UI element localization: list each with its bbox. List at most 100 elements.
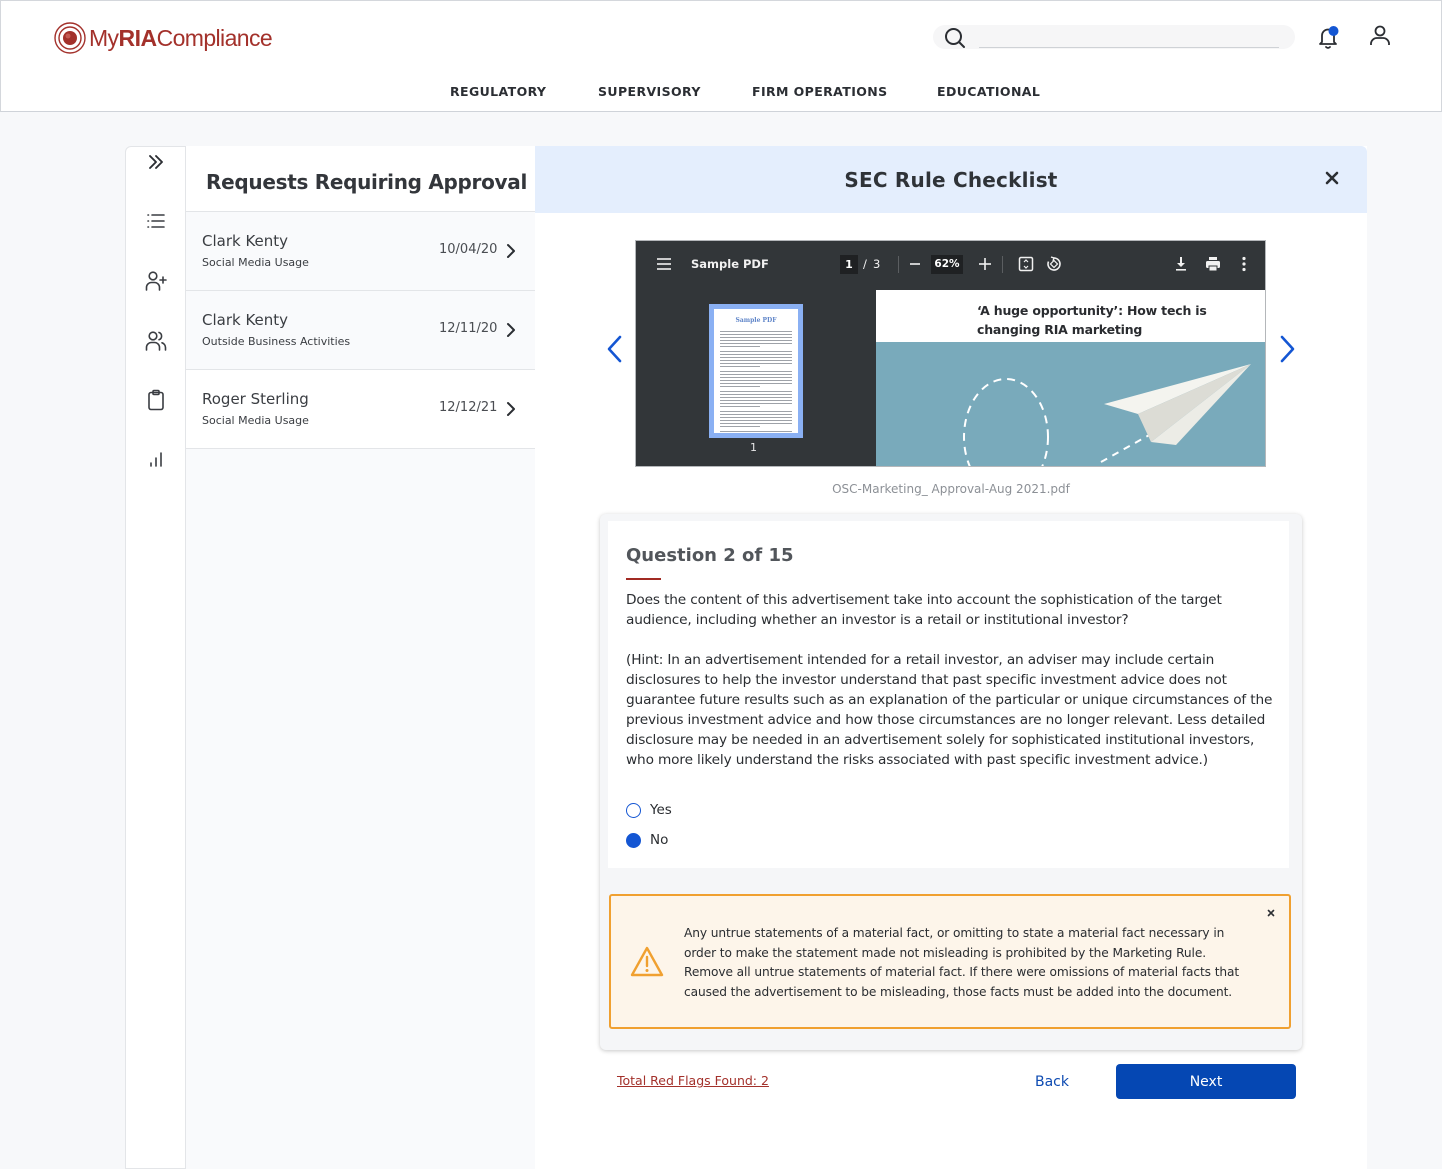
- request-date: 12/12/21: [439, 400, 497, 415]
- request-item[interactable]: Roger Sterling Social Media Usage 12/12/…: [186, 370, 535, 449]
- thumbnail-text-line: [720, 363, 792, 364]
- toolbar-divider: [898, 256, 899, 273]
- thumbnail-text-line: [720, 366, 760, 367]
- total-red-flags-link[interactable]: Total Red Flags Found: 2: [617, 1073, 769, 1088]
- pdf-page-input[interactable]: 1: [840, 255, 858, 274]
- thumbnail-text-line: [720, 340, 792, 341]
- notification-bell-icon[interactable]: [1314, 23, 1342, 51]
- pdf-page-content: ‘A huge opportunity’: How tech is changi…: [876, 290, 1266, 467]
- checklist-title: SEC Rule Checklist: [535, 168, 1367, 192]
- answer-option-yes[interactable]: Yes: [626, 802, 672, 818]
- main-nav: REGULATORY SUPERVISORY FIRM OPERATIONS E…: [1, 84, 1441, 102]
- thumbnail-text-line: [720, 420, 792, 421]
- pdf-zoom-level[interactable]: 62%: [931, 255, 963, 274]
- page-background: [1367, 146, 1442, 1169]
- thumbnail-text-line: [720, 431, 792, 432]
- search-icon[interactable]: [943, 26, 967, 50]
- nav-educational[interactable]: EDUCATIONAL: [937, 84, 1040, 99]
- chevron-right-icon[interactable]: [504, 400, 518, 418]
- close-alert-icon[interactable]: [1265, 907, 1277, 919]
- question-hint: (Hint: In an advertisement intended for …: [626, 650, 1276, 770]
- download-icon[interactable]: [1171, 254, 1191, 274]
- logo-mark-icon: [53, 21, 87, 55]
- thumbnail-text-line: [720, 406, 760, 407]
- next-button[interactable]: Next: [1116, 1064, 1296, 1099]
- nav-firm-operations[interactable]: FIRM OPERATIONS: [752, 84, 888, 99]
- zoom-in-icon[interactable]: [975, 254, 995, 274]
- pdf-page-total: 3: [873, 257, 880, 271]
- question-counter: Question 2 of 15: [626, 545, 794, 566]
- logo-text: MyRIACompliance: [89, 25, 272, 52]
- back-button[interactable]: Back: [1005, 1064, 1099, 1099]
- thumbnail-text-line: [720, 371, 792, 372]
- search-input[interactable]: [979, 27, 1279, 48]
- pdf-illustration: [876, 342, 1266, 467]
- chevron-right-icon[interactable]: [504, 321, 518, 339]
- answer-option-no[interactable]: No: [626, 832, 668, 848]
- thumbnail-text-line: [720, 331, 792, 332]
- request-name: Clark Kenty: [202, 311, 288, 329]
- thumbnail-title: Sample PDF: [714, 317, 798, 324]
- thumbnail-text-line: [720, 414, 792, 415]
- request-type: Social Media Usage: [202, 414, 309, 427]
- thumbnail-text-line: [720, 337, 792, 338]
- thumbnail-text-line: [720, 391, 792, 392]
- thumbnail-text-line: [720, 417, 792, 418]
- nav-regulatory[interactable]: REGULATORY: [450, 84, 546, 99]
- warning-icon: [629, 945, 665, 979]
- requests-header: Requests Requiring Approval: [186, 146, 535, 212]
- thumbnail-text-line: [720, 374, 792, 375]
- more-options-icon[interactable]: [1234, 254, 1254, 274]
- previous-document-arrow-icon[interactable]: [601, 331, 627, 367]
- pdf-viewer[interactable]: Sample PDF 1 / 3 62%: [635, 240, 1266, 467]
- search-bar: [933, 25, 1295, 49]
- zoom-out-icon[interactable]: [905, 254, 925, 274]
- pdf-thumbnail-sidebar: Sample PDF 1: [636, 290, 875, 467]
- pdf-filename: OSC-Marketing_ Approval-Aug 2021.pdf: [535, 482, 1367, 496]
- rotate-icon[interactable]: [1044, 254, 1064, 274]
- thumbnail-text-line: [720, 354, 792, 355]
- expand-icon[interactable]: [144, 150, 168, 174]
- pdf-page-thumbnail[interactable]: Sample PDF: [709, 304, 803, 438]
- request-item[interactable]: Clark Kenty Outside Business Activities …: [186, 291, 535, 370]
- radio-button[interactable]: [626, 803, 641, 818]
- request-type: Social Media Usage: [202, 256, 309, 269]
- pdf-toolbar: Sample PDF 1 / 3 62%: [636, 241, 1265, 290]
- request-date: 12/11/20: [439, 321, 497, 336]
- option-label: Yes: [650, 802, 672, 818]
- list-icon[interactable]: [144, 209, 168, 233]
- paper-plane-illustration: [876, 342, 1266, 467]
- thumbnail-page-number: 1: [750, 441, 757, 454]
- thumbnail-text-line: [720, 426, 760, 427]
- request-name: Roger Sterling: [202, 390, 309, 408]
- thumbnail-text-line: [720, 397, 792, 398]
- thumbnail-text-line: [720, 377, 792, 378]
- request-item[interactable]: Clark Kenty Social Media Usage 10/04/20: [186, 212, 535, 291]
- red-flag-alert: Any untrue statements of a material fact…: [609, 894, 1291, 1029]
- clipboard-icon[interactable]: [144, 388, 168, 412]
- notification-badge: [1329, 26, 1339, 36]
- fit-page-icon[interactable]: [1016, 254, 1036, 274]
- logo[interactable]: MyRIACompliance: [53, 21, 272, 55]
- request-date: 10/04/20: [439, 242, 497, 257]
- toolbar-divider: [1002, 256, 1003, 273]
- add-user-icon[interactable]: [144, 269, 168, 293]
- users-icon[interactable]: [144, 329, 168, 353]
- requests-title: Requests Requiring Approval: [206, 170, 535, 194]
- close-icon[interactable]: [1321, 167, 1343, 189]
- thumbnail-text-line: [720, 346, 760, 347]
- bar-chart-icon[interactable]: [144, 447, 168, 471]
- thumbnail-page: Sample PDF: [714, 309, 798, 433]
- nav-supervisory[interactable]: SUPERVISORY: [598, 84, 701, 99]
- thumbnail-text-line: [720, 357, 792, 358]
- thumbnail-text-line: [720, 380, 792, 381]
- user-profile-icon[interactable]: [1367, 23, 1393, 51]
- radio-button[interactable]: [626, 833, 641, 848]
- chevron-right-icon[interactable]: [504, 242, 518, 260]
- print-icon[interactable]: [1203, 254, 1223, 274]
- thumbnail-text-line: [720, 400, 792, 401]
- requests-panel: Requests Requiring Approval Clark Kenty …: [185, 146, 535, 1169]
- menu-icon[interactable]: [654, 254, 674, 274]
- next-document-arrow-icon[interactable]: [1275, 331, 1301, 367]
- thumbnail-text-line: [720, 423, 792, 424]
